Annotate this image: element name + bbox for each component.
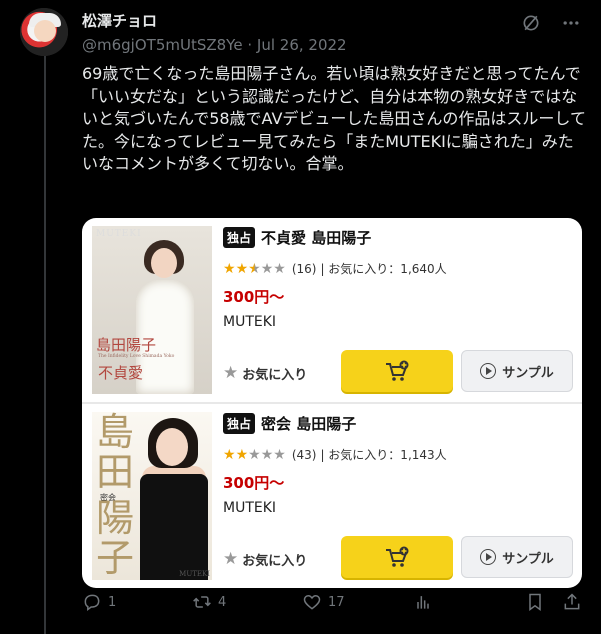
exclusive-badge: 独占 bbox=[223, 413, 256, 434]
sample-button[interactable]: サンプル bbox=[461, 536, 573, 578]
review-count: (43) bbox=[291, 447, 317, 462]
sample-label: サンプル bbox=[502, 365, 554, 381]
cover-title-2: 不貞愛 bbox=[98, 364, 144, 382]
like-count: 17 bbox=[328, 594, 345, 610]
add-to-cart-button[interactable] bbox=[341, 350, 453, 392]
sample-button[interactable]: サンプル bbox=[461, 350, 573, 392]
exclusive-badge: 独占 bbox=[223, 227, 256, 248]
star-outline-icon: ★ bbox=[223, 549, 239, 569]
star-icon: ★ bbox=[260, 260, 274, 277]
tweet-date[interactable]: Jul 26, 2022 bbox=[257, 36, 347, 54]
favorites-count: | お気に入り：1,143人 bbox=[320, 448, 447, 462]
header-icons bbox=[520, 12, 582, 34]
product-price: 300円〜 bbox=[223, 474, 285, 492]
cover-brand: MUTEKI bbox=[96, 229, 142, 239]
rating-row: ★ ★ ★ ★ ★ (43) | お気に入り：1,143人 bbox=[223, 446, 447, 463]
star-outline-icon: ★ bbox=[223, 363, 239, 383]
reply-count: 1 bbox=[108, 594, 117, 610]
product-title[interactable]: 密会 島田陽子 bbox=[261, 413, 356, 434]
retweet-count: 4 bbox=[218, 594, 227, 610]
star-icon: ★ bbox=[273, 260, 286, 277]
rating-stars: ★ ★ ★ ★ ★ bbox=[223, 262, 286, 276]
sample-label: サンプル bbox=[502, 551, 554, 567]
author-name[interactable]: 松澤チョロ bbox=[82, 10, 157, 31]
rating-stars: ★ ★ ★ ★ ★ bbox=[223, 448, 286, 462]
favorite-label: お気に入り bbox=[242, 367, 308, 383]
thread-line bbox=[44, 56, 46, 634]
product-cover[interactable]: 島 田 密会 陽 子 MUTEKI bbox=[92, 412, 212, 580]
reply-button[interactable]: 1 bbox=[82, 592, 116, 612]
favorites-count: | お気に入り：1,640人 bbox=[320, 262, 447, 276]
star-icon: ★ bbox=[223, 446, 236, 463]
play-icon bbox=[480, 363, 497, 379]
cover-photo bbox=[140, 474, 208, 580]
product-maker: MUTEKI bbox=[223, 500, 277, 516]
cover-title: 島田陽子 bbox=[96, 336, 157, 354]
views-icon bbox=[417, 596, 429, 609]
favorite-button[interactable]: ★ お気に入り bbox=[223, 549, 307, 569]
product-title-row: 独占 密会 島田陽子 bbox=[223, 413, 356, 434]
avatar[interactable] bbox=[20, 8, 68, 56]
star-icon: ★ bbox=[273, 446, 286, 463]
star-icon: ★ bbox=[260, 446, 274, 463]
meta-separator: · bbox=[247, 36, 253, 54]
cover-brand: MUTEKI bbox=[179, 570, 210, 578]
cover-char: 陽 bbox=[96, 496, 135, 540]
product-card[interactable]: MUTEKI 島田陽子 The Infidelity Love Shimada … bbox=[82, 218, 582, 588]
product-title[interactable]: 不貞愛 島田陽子 bbox=[261, 227, 371, 248]
share-button[interactable] bbox=[562, 592, 582, 612]
product-item[interactable]: MUTEKI 島田陽子 The Infidelity Love Shimada … bbox=[82, 218, 582, 402]
bookmark-icon bbox=[529, 593, 541, 611]
cart-add-icon bbox=[386, 546, 409, 567]
product-cover[interactable]: MUTEKI 島田陽子 The Infidelity Love Shimada … bbox=[92, 226, 212, 394]
star-icon: ★ bbox=[248, 446, 261, 463]
author-handle[interactable]: @m6gjOT5mUtSZ8Ye bbox=[82, 36, 243, 54]
retweet-button[interactable]: 4 bbox=[192, 592, 226, 612]
cover-char: 子 bbox=[96, 536, 135, 580]
cover-char: 田 bbox=[96, 450, 135, 494]
tweet-text: 69歳で亡くなった島田陽子さん。若い頃は熟女好きだと思ってたんで「いい女だな」と… bbox=[82, 64, 586, 173]
cart-add-icon bbox=[386, 360, 409, 381]
cover-char: 島 bbox=[96, 412, 135, 454]
review-count: (16) bbox=[291, 261, 317, 276]
favorite-button[interactable]: ★ お気に入り bbox=[223, 363, 307, 383]
author-meta: @m6gjOT5mUtSZ8Ye · Jul 26, 2022 bbox=[82, 36, 347, 54]
product-item[interactable]: 島 田 密会 陽 子 MUTEKI 独占 密会 島田陽子 ★ ★ ★ ★ ★ (… bbox=[82, 404, 582, 588]
play-icon bbox=[480, 549, 497, 565]
rating-row: ★ ★ ★ ★ ★ (16) | お気に入り：1,640人 bbox=[223, 260, 447, 277]
product-title-row: 独占 不貞愛 島田陽子 bbox=[223, 227, 371, 248]
favorite-label: お気に入り bbox=[242, 553, 308, 569]
like-icon bbox=[303, 594, 321, 610]
bookmark-button[interactable] bbox=[525, 592, 545, 612]
star-half-icon: ★ bbox=[248, 260, 261, 277]
product-price: 300円〜 bbox=[223, 288, 285, 306]
add-to-cart-button[interactable] bbox=[341, 536, 453, 578]
reply-icon bbox=[84, 594, 100, 611]
cover-subtitle: The Infidelity Love Shimada Yoko bbox=[98, 354, 175, 359]
more-icon[interactable] bbox=[560, 12, 582, 34]
star-icon: ★ bbox=[235, 446, 249, 463]
views-button[interactable] bbox=[413, 592, 433, 612]
product-maker: MUTEKI bbox=[223, 314, 277, 330]
retweet-icon bbox=[193, 596, 211, 608]
like-button[interactable]: 17 bbox=[302, 592, 345, 612]
star-icon: ★ bbox=[223, 260, 236, 277]
share-icon bbox=[564, 593, 580, 610]
star-icon: ★ bbox=[235, 260, 249, 277]
grok-icon[interactable] bbox=[520, 12, 542, 34]
